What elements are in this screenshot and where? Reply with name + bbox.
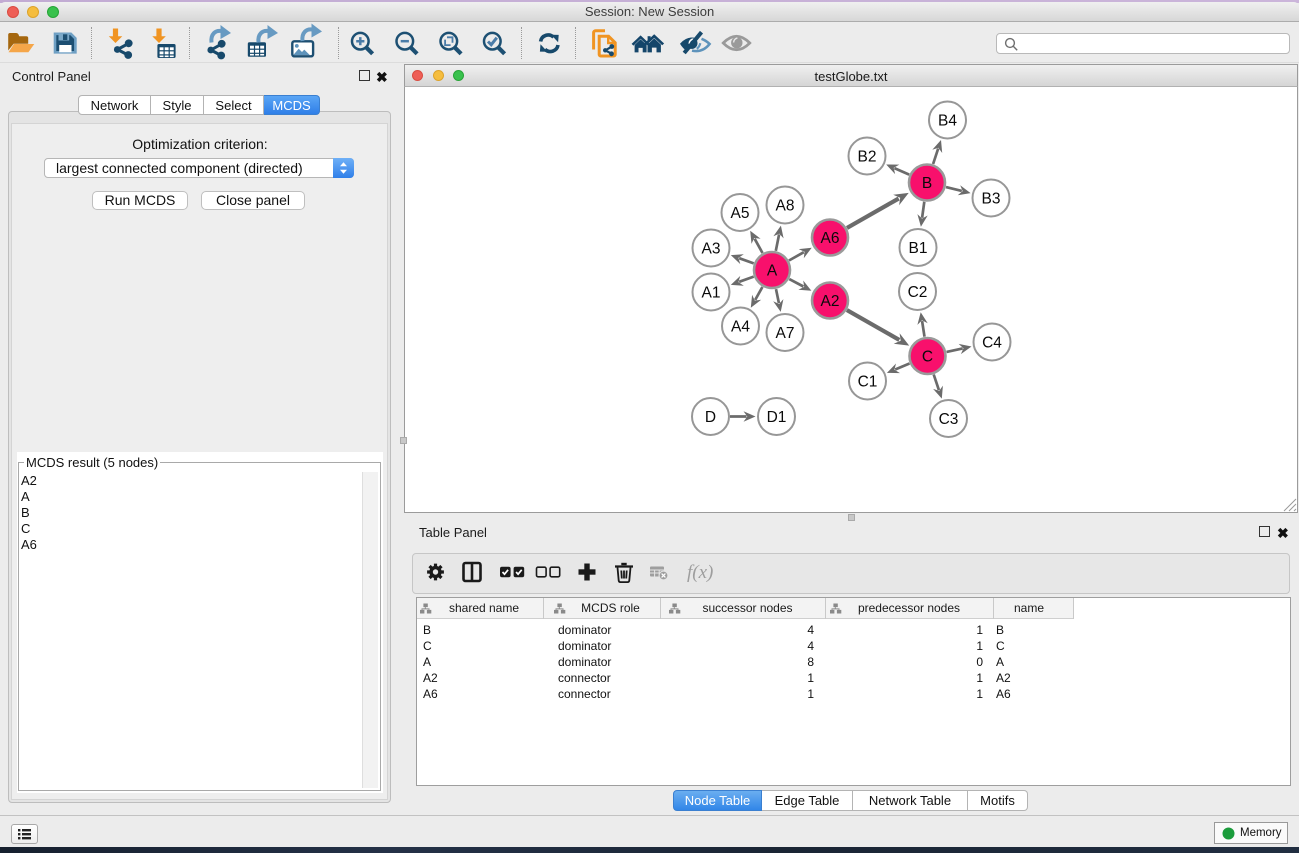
svg-text:A2: A2 bbox=[821, 293, 840, 310]
svg-text:A5: A5 bbox=[731, 205, 750, 222]
svg-text:C3: C3 bbox=[939, 411, 959, 428]
svg-text:C: C bbox=[922, 349, 933, 366]
svg-text:B: B bbox=[922, 175, 932, 192]
svg-text:B4: B4 bbox=[938, 113, 957, 130]
svg-text:A8: A8 bbox=[776, 198, 795, 215]
svg-text:f(x): f(x) bbox=[687, 562, 713, 583]
svg-text:D: D bbox=[705, 409, 716, 426]
svg-text:A3: A3 bbox=[702, 241, 721, 258]
svg-text:C4: C4 bbox=[982, 335, 1002, 352]
svg-text:D1: D1 bbox=[767, 409, 787, 426]
svg-text:A6: A6 bbox=[821, 230, 840, 247]
svg-text:B2: B2 bbox=[858, 149, 877, 166]
svg-text:C2: C2 bbox=[908, 284, 928, 301]
svg-text:A1: A1 bbox=[702, 285, 721, 302]
svg-text:B1: B1 bbox=[909, 240, 928, 257]
svg-text:A: A bbox=[767, 263, 778, 280]
svg-text:A4: A4 bbox=[731, 319, 750, 336]
svg-text:C1: C1 bbox=[858, 374, 878, 391]
svg-text:B3: B3 bbox=[982, 191, 1001, 208]
svg-text:A7: A7 bbox=[776, 325, 795, 342]
